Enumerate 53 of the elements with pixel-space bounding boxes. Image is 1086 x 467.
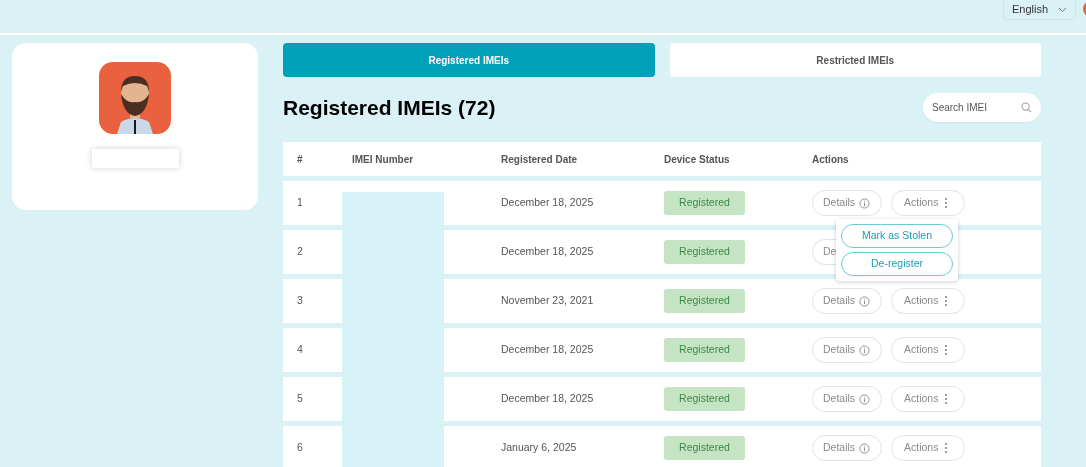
- status-badge: Registered: [664, 338, 745, 362]
- actions-button[interactable]: Actions: [891, 190, 965, 216]
- info-icon: [859, 393, 871, 405]
- table-cell-text: December 18, 2025: [501, 342, 595, 358]
- table-cell-text: 2: [296, 244, 304, 260]
- menu-item[interactable]: De-register: [841, 252, 953, 276]
- status-badge: Registered: [664, 191, 745, 215]
- more-vertical-icon: [944, 442, 949, 454]
- search-field[interactable]: Search IMEI: [923, 93, 1041, 122]
- info-icon: [859, 197, 871, 209]
- actions-button[interactable]: Actions: [891, 337, 965, 363]
- table-cell-text: November 23, 2021: [501, 293, 595, 309]
- language-select[interactable]: English: [1003, 0, 1076, 20]
- details-button[interactable]: Details: [812, 288, 882, 314]
- actions-button[interactable]: Actions: [891, 288, 965, 314]
- actions-button[interactable]: Actions: [891, 386, 965, 412]
- tab[interactable]: Restricted IMEIs: [669, 43, 1041, 77]
- table-cell-text: 3: [296, 293, 304, 309]
- table-cell-text: January 6, 2025: [501, 440, 578, 456]
- chevron-down-icon: [1058, 6, 1067, 13]
- avatar-icon: [99, 62, 171, 134]
- page-title: Registered IMEIs (72): [283, 94, 496, 121]
- more-vertical-icon: [944, 295, 949, 307]
- details-button[interactable]: Details: [812, 386, 882, 412]
- search-icon: [1021, 102, 1032, 113]
- table-cell-text: 5: [296, 391, 304, 407]
- column-header: #: [296, 152, 304, 167]
- more-vertical-icon: [944, 393, 949, 405]
- info-icon: [859, 442, 871, 454]
- table-cell-text: 6: [296, 440, 304, 456]
- menu-item[interactable]: Mark as Stolen: [841, 224, 953, 248]
- table-cell-text: December 18, 2025: [501, 391, 595, 407]
- table-cell-text: 1: [296, 195, 304, 211]
- column-header: Registered Date: [501, 152, 579, 167]
- actions-button[interactable]: Actions: [891, 435, 965, 461]
- column-header: Device Status: [664, 152, 731, 167]
- status-badge: Registered: [664, 289, 745, 313]
- tab[interactable]: Registered IMEIs: [283, 43, 655, 77]
- column-header: IMEI Number: [352, 152, 415, 167]
- status-badge: Registered: [664, 436, 745, 460]
- info-icon: [859, 295, 871, 307]
- more-vertical-icon: [944, 197, 949, 209]
- table-cell-text: 4: [296, 342, 304, 358]
- status-badge: Registered: [664, 240, 745, 264]
- more-vertical-icon: [944, 344, 949, 356]
- table-cell-text: December 18, 2025: [501, 244, 595, 260]
- details-button[interactable]: Details: [812, 435, 882, 461]
- table-cell-text: December 18, 2025: [501, 195, 595, 211]
- status-badge: Registered: [664, 387, 745, 411]
- column-header: Actions: [812, 152, 849, 167]
- details-button[interactable]: Details: [812, 190, 882, 216]
- details-button[interactable]: Details: [812, 337, 882, 363]
- info-icon: [859, 344, 871, 356]
